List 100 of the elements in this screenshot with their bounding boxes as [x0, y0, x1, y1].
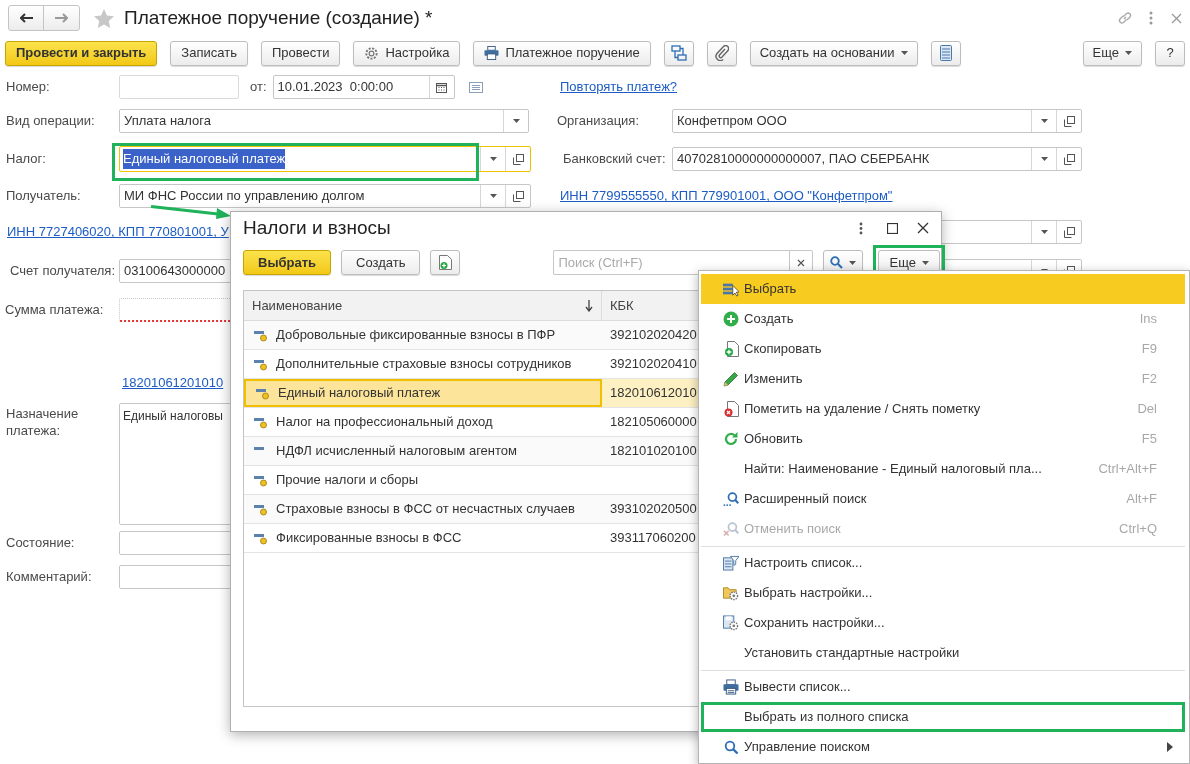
menu-item[interactable]: Сохранить настройки...	[701, 608, 1185, 638]
open-icon	[1063, 153, 1075, 165]
menu-item[interactable]: Настроить список...	[701, 548, 1185, 578]
toolbar-button[interactable]: Создать на основании	[749, 40, 918, 66]
field-label: Сумма платежа:	[5, 302, 104, 318]
shortcut-text: Del	[1137, 400, 1157, 419]
refresh-icon	[723, 431, 739, 447]
combo-field[interactable]: Единый налоговый платеж	[119, 146, 531, 172]
toolbar-button[interactable]: Платежное поручение	[473, 40, 651, 66]
menu-item[interactable]: Создать Ins	[701, 304, 1185, 334]
select-list-icon	[723, 281, 739, 297]
folder-gear-icon	[723, 585, 739, 601]
menu-item[interactable]: Обновить F5	[701, 424, 1185, 454]
link[interactable]: Повторять платеж?	[560, 77, 678, 97]
table-cell[interactable]: Налог на профессиональный доход	[244, 408, 602, 436]
table-cell[interactable]: Добровольные фиксированные взносы в ПФР	[244, 321, 602, 349]
menu-item[interactable]: Расширенный поиск Alt+F	[701, 484, 1185, 514]
printer-icon	[484, 46, 500, 60]
field-label: от:	[250, 78, 267, 97]
save-settings-icon	[723, 615, 739, 631]
menu-item[interactable]: Установить стандартные настройки	[701, 638, 1185, 668]
toolbar-button[interactable]: Еще	[1082, 40, 1142, 66]
cancel-search-icon	[723, 521, 739, 537]
column-header[interactable]: Наименование	[244, 291, 602, 320]
field-label: Назначение платежа:	[6, 405, 80, 439]
field-label: Налог:	[6, 151, 46, 167]
plus-icon	[723, 311, 739, 327]
table-cell[interactable]: Страховые взносы в ФСС от несчастных случаев	[244, 495, 602, 523]
star-icon[interactable]	[94, 8, 114, 28]
combo-field[interactable]: Конфетпром ООО	[672, 109, 1082, 133]
field-label: Состояние:	[6, 535, 75, 551]
catalog-item-icon	[254, 447, 264, 450]
dialog-title: Налоги и взносы	[243, 215, 391, 240]
calendar-icon	[436, 81, 447, 93]
open-icon	[512, 190, 524, 202]
link[interactable]: ИНН 7727406020, КПП 770801001, У	[7, 224, 229, 240]
icon-button[interactable]	[930, 40, 961, 66]
choose-button[interactable]: Выбрать	[243, 250, 332, 275]
table-cell[interactable]: Прочие налоги и сборы	[244, 466, 602, 494]
caret-icon	[1125, 51, 1132, 55]
link-icon[interactable]	[1117, 10, 1133, 26]
list-icon	[939, 45, 952, 61]
table-cell[interactable]: Дополнительные страховые взносы сотрудников	[244, 350, 602, 378]
forward-arrow-icon	[55, 13, 68, 23]
menu-item[interactable]: Выбрать настройки...	[701, 578, 1185, 608]
maximize-icon[interactable]	[887, 222, 898, 234]
icon-button[interactable]	[663, 40, 694, 66]
menu-item[interactable]: Выбрать из полного списка	[701, 702, 1185, 732]
copy-button[interactable]	[430, 250, 461, 275]
list-icon[interactable]	[468, 81, 483, 93]
toolbar-button[interactable]: Настройка	[353, 40, 461, 66]
post-and-close-button[interactable]: Провести и закрыть	[5, 40, 158, 66]
field-label: Номер:	[6, 79, 50, 95]
shortcut-text: Ctrl+Alt+F	[1098, 460, 1157, 479]
date-field[interactable]: 10.01.2023 0:00:00	[272, 75, 455, 99]
menu-item[interactable]: Изменить F2	[701, 364, 1185, 394]
combo-field[interactable]: МИ ФНС России по управлению долгом	[119, 184, 531, 208]
caret-icon	[849, 260, 857, 265]
copy-icon	[723, 341, 739, 357]
combo-field[interactable]: 40702810000000000007, ПАО СБЕРБАНК	[672, 147, 1082, 171]
caret-icon	[1040, 157, 1048, 161]
toolbar-button[interactable]: Провести	[260, 40, 341, 66]
copy-icon	[438, 255, 452, 270]
combo-field[interactable]: Уплата налога	[119, 109, 529, 133]
link[interactable]: 18201061201010	[122, 373, 224, 393]
toolbar-button[interactable]: Записать	[170, 40, 248, 66]
field-label: Организация:	[557, 113, 640, 129]
shortcut-text: F9	[1141, 340, 1157, 359]
open-icon	[1063, 115, 1075, 127]
caret-icon	[489, 157, 497, 161]
list-settings-icon	[723, 555, 739, 571]
gear-icon	[364, 45, 380, 61]
table-cell[interactable]: НДФЛ исчисленный налоговым агентом	[244, 437, 602, 465]
icon-button[interactable]	[706, 40, 737, 66]
table-cell[interactable]: Фиксированные взносы в ФСС	[244, 524, 602, 552]
menu-item[interactable]: Управление поиском	[701, 732, 1185, 762]
more-icon[interactable]	[859, 221, 863, 235]
link[interactable]: ИНН 7799555550, КПП 779901001, ООО "Конфетпром"	[560, 186, 893, 206]
catalog-item-icon	[254, 357, 268, 371]
catalog-item-icon	[254, 502, 268, 516]
create-button[interactable]: Создать	[341, 250, 421, 275]
search-field[interactable]: Поиск (Ctrl+F)	[553, 250, 790, 275]
menu-item[interactable]: Скопировать F9	[701, 334, 1185, 364]
table-cell[interactable]: Единый налоговый платеж	[244, 379, 602, 407]
menu-item[interactable]: Вывести список...	[701, 672, 1185, 702]
shortcut-text: Ctrl+Q	[1119, 520, 1157, 539]
shortcut-text: Alt+F	[1126, 490, 1157, 509]
menu-item[interactable]: Найти: Наименование - Единый налоговый пла... Ctrl+Alt+F	[701, 454, 1185, 484]
caret-icon	[900, 51, 908, 55]
structure-icon	[670, 45, 687, 61]
toolbar-button[interactable]: ?	[1155, 40, 1185, 66]
menu-item[interactable]: Пометить на удаление / Снять пометку Del	[701, 394, 1185, 424]
caret-icon	[489, 194, 497, 198]
catalog-item-icon	[254, 415, 268, 429]
catalog-item-icon	[256, 386, 270, 400]
field-label: Получатель:	[6, 188, 81, 204]
menu-item[interactable]: Выбрать	[701, 274, 1185, 304]
close-icon[interactable]	[917, 222, 929, 234]
window-title: Платежное поручение (создание) *	[124, 5, 433, 30]
input-field[interactable]	[119, 75, 239, 99]
